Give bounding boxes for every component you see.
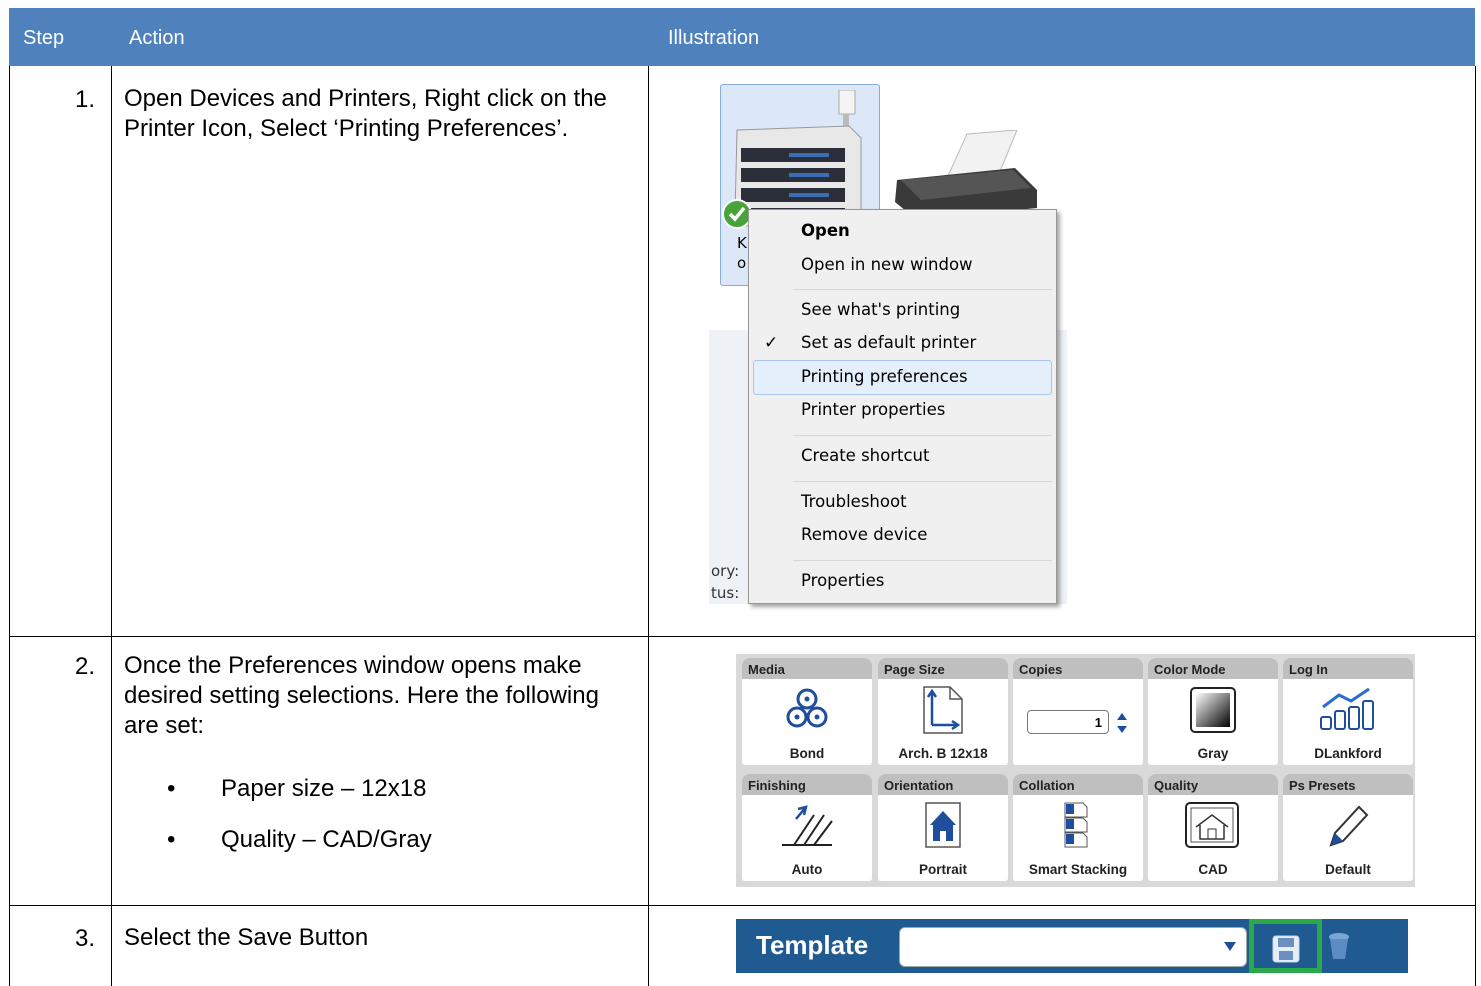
gray-gradient-icon — [1190, 687, 1236, 733]
menu-item-see-printing[interactable]: See what's printing — [801, 300, 960, 320]
template-toolbar: Template — [736, 919, 1408, 973]
details-label: tus: — [711, 584, 740, 602]
menu-item-properties[interactable]: Properties — [801, 571, 884, 591]
card-title: Orientation — [878, 774, 1008, 795]
copies-input[interactable]: 1 — [1027, 710, 1109, 734]
card-value: Portrait — [918, 862, 967, 877]
header-illustration: Illustration — [668, 27, 760, 49]
preferences-panel: Media Bond Page Size Arch. B 12x18 Copie… — [736, 654, 1415, 887]
card-value: Arch. B 12x18 — [898, 746, 988, 761]
finishing-icon — [782, 805, 833, 846]
card-title: Media — [742, 658, 872, 679]
card-value: Default — [1325, 862, 1371, 877]
menu-item-printing-preferences[interactable]: Printing preferences — [801, 367, 968, 387]
menu-separator — [793, 435, 1052, 436]
step-instruction: Once the Preferences window opens make d… — [124, 652, 599, 739]
copies-card[interactable]: Copies 1 — [1013, 658, 1143, 765]
finishing-card[interactable]: Finishing Auto — [742, 774, 872, 881]
bullet-item: Quality – CAD/Gray — [167, 825, 432, 855]
card-value: DLankford — [1314, 746, 1382, 761]
header-action: Action — [129, 27, 185, 49]
card-title: Quality — [1148, 774, 1278, 795]
menu-separator — [793, 481, 1052, 482]
card-title: Ps Presets — [1283, 774, 1413, 795]
card-title: Page Size — [878, 658, 1008, 679]
step-number: 2. — [74, 653, 95, 680]
card-value: Smart Stacking — [1028, 862, 1128, 877]
stack-icon — [1064, 802, 1088, 848]
table-header: Step Action Illustration — [9, 8, 1475, 66]
quality-card[interactable]: Quality CAD — [1148, 774, 1278, 881]
step-number: 1. — [74, 86, 95, 113]
save-icon[interactable] — [1271, 934, 1301, 964]
menu-separator — [793, 289, 1052, 290]
card-value: CAD — [1198, 862, 1228, 877]
bullet-item: Paper size – 12x18 — [167, 774, 427, 804]
printer-icon — [895, 130, 1037, 220]
card-value: Gray — [1197, 746, 1229, 761]
menu-item-set-default[interactable]: Set as default printer — [801, 333, 976, 353]
page-size-card[interactable]: Page Size Arch. B 12x18 — [878, 658, 1008, 765]
details-label: ory: — [711, 562, 740, 580]
menu-item-open-new-window[interactable]: Open in new window — [801, 255, 973, 275]
color-mode-card[interactable]: Color Mode Gray — [1148, 658, 1278, 765]
grid-line — [111, 66, 112, 986]
log-in-card[interactable]: Log In DLankford — [1283, 658, 1413, 765]
card-title: Color Mode — [1148, 658, 1278, 679]
media-icon — [786, 688, 828, 728]
grid-line — [648, 66, 649, 986]
collation-card[interactable]: Collation Smart Stacking — [1013, 774, 1143, 881]
save-highlight-box — [1249, 919, 1322, 973]
menu-item-open[interactable]: Open — [801, 221, 850, 241]
card-value: Bond — [789, 746, 825, 761]
house-portrait-icon — [925, 802, 961, 848]
context-menu: Open Open in new window See what's print… — [748, 209, 1057, 604]
card-title: Finishing — [742, 774, 872, 795]
step-number: 3. — [74, 925, 95, 952]
chevron-down-icon[interactable] — [1224, 942, 1236, 952]
checkmark-icon: ✓ — [764, 333, 779, 353]
template-label: Template — [756, 930, 869, 960]
delete-bin-icon[interactable] — [1326, 931, 1352, 961]
card-value: Auto — [791, 862, 823, 877]
header-step: Step — [23, 27, 65, 49]
menu-item-troubleshoot[interactable]: Troubleshoot — [801, 492, 907, 512]
menu-separator — [793, 560, 1052, 561]
pen-icon — [1329, 805, 1369, 847]
login-chart-icon — [1320, 687, 1374, 730]
step-instruction: Open Devices and Printers, Right click o… — [124, 85, 607, 142]
menu-item-create-shortcut[interactable]: Create shortcut — [801, 446, 929, 466]
device-label: K — [737, 234, 747, 252]
grid-line — [9, 66, 10, 986]
card-title: Copies — [1013, 658, 1143, 679]
device-label: o — [737, 254, 747, 272]
menu-item-remove-device[interactable]: Remove device — [801, 525, 927, 545]
step-instruction: Select the Save Button — [124, 924, 369, 951]
template-select[interactable] — [899, 927, 1247, 967]
card-title: Collation — [1013, 774, 1143, 795]
menu-item-printer-properties[interactable]: Printer properties — [801, 400, 945, 420]
card-title: Log In — [1283, 658, 1413, 679]
spinner-icon[interactable] — [1115, 710, 1129, 736]
media-card[interactable]: Media Bond — [742, 658, 872, 765]
page-size-icon — [923, 686, 963, 734]
row-divider — [9, 636, 1475, 637]
row-divider — [9, 905, 1475, 906]
ps-presets-card[interactable]: Ps Presets Default — [1283, 774, 1413, 881]
cad-drawing-icon — [1185, 802, 1239, 848]
orientation-card[interactable]: Orientation Portrait — [878, 774, 1008, 881]
grid-line — [1475, 66, 1476, 986]
